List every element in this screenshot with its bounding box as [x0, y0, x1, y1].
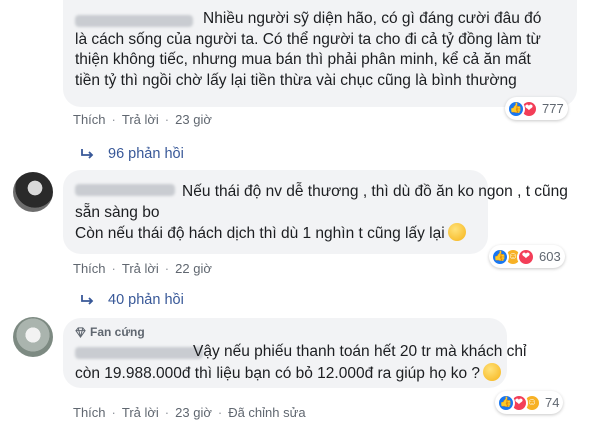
timestamp[interactable]: 23 giờ	[175, 112, 212, 127]
like-link[interactable]: Thích	[73, 405, 106, 420]
like-reaction-icon: 👍	[497, 393, 515, 412]
like-reaction-icon: 👍	[491, 247, 509, 266]
reaction-summary[interactable]: 👍 ❤ ☺ 74	[495, 391, 564, 414]
comment-line: còn 19.988.000đ thì liệu bạn có bỏ 12.00…	[75, 362, 526, 384]
comment-line-text: còn 19.988.000đ thì liệu bạn có bỏ 12.00…	[75, 364, 481, 382]
reply-arrow-icon	[81, 149, 94, 159]
love-reaction-icon: ❤	[517, 247, 535, 266]
separator: ·	[164, 261, 170, 276]
diamond-icon	[75, 326, 86, 338]
separator: ·	[164, 112, 170, 127]
separator: ·	[111, 112, 116, 127]
reaction-summary[interactable]: 👍 ❤ 777	[505, 97, 568, 120]
badge-label: Fan cứng	[90, 325, 145, 339]
comment-actions: Thích · Trả lời · 22 giờ	[73, 261, 212, 276]
comment-line: thiện không tiếc, nhưng mua bán thì phải…	[75, 51, 531, 68]
comment-actions: Thích · Trả lời · 23 giờ · Đã chỉnh sửa	[73, 405, 306, 420]
view-replies-link[interactable]: 40 phản hồi	[80, 292, 184, 308]
edited-label[interactable]: Đã chỉnh sửa	[228, 405, 305, 420]
comment-line: Nếu thái độ nv dễ thương , thì dù đồ ăn …	[182, 183, 568, 200]
reply-link[interactable]: Trả lời	[122, 112, 159, 127]
comment-line: sẵn sàng bo	[75, 203, 160, 221]
comment-text: Nhiều người sỹ diện hão, có gì đáng cười…	[75, 9, 541, 91]
separator: ·	[217, 405, 223, 420]
comment-text: Vậy nếu phiếu thanh toán hết 20 tr mà kh…	[75, 342, 526, 383]
avatar[interactable]	[13, 317, 53, 357]
reaction-count: 603	[539, 249, 561, 264]
separator: ·	[111, 405, 116, 420]
replies-count: 96 phản hồi	[108, 146, 184, 162]
reaction-count: 74	[545, 395, 560, 410]
like-link[interactable]: Thích	[73, 261, 106, 276]
comment-text: Nếu thái độ nv dễ thương , thì dù đồ ăn …	[75, 182, 568, 244]
comment-line-text: Còn nếu thái độ hách dịch thì dù 1 nghìn…	[75, 225, 445, 242]
reply-arrow-icon	[81, 295, 94, 305]
comment-line: tiền tỷ thì ngồi chờ lấy lại tiền thừa v…	[75, 71, 517, 89]
like-link[interactable]: Thích	[73, 112, 106, 127]
reaction-count: 777	[542, 101, 564, 116]
timestamp[interactable]: 22 giờ	[175, 261, 212, 276]
like-reaction-icon: 👍	[507, 99, 525, 118]
separator: ·	[164, 405, 170, 420]
comment-line: Còn nếu thái độ hách dịch thì dù 1 nghìn…	[75, 223, 568, 244]
comment-line: Nhiều người sỹ diện hão, có gì đáng cười…	[203, 10, 542, 27]
avatar[interactable]	[13, 172, 53, 212]
comment-line: là cách sống của người ta. Có thể người …	[75, 30, 541, 48]
sad-emoji-icon	[483, 362, 502, 381]
comment-actions: Thích · Trả lời · 23 giờ	[73, 112, 212, 127]
reaction-summary[interactable]: 👍 ☺ ❤ 603	[489, 245, 565, 268]
comment-line: Vậy nếu phiếu thanh toán hết 20 tr mà kh…	[193, 343, 527, 360]
reply-link[interactable]: Trả lời	[122, 405, 159, 420]
smile-emoji-icon	[447, 223, 466, 241]
top-fan-badge[interactable]: Fan cứng	[75, 325, 145, 339]
separator: ·	[111, 261, 116, 276]
view-replies-link[interactable]: 96 phản hồi	[80, 146, 184, 162]
reply-link[interactable]: Trả lời	[122, 261, 159, 276]
replies-count: 40 phản hồi	[108, 292, 184, 308]
timestamp[interactable]: 23 giờ	[175, 405, 212, 420]
